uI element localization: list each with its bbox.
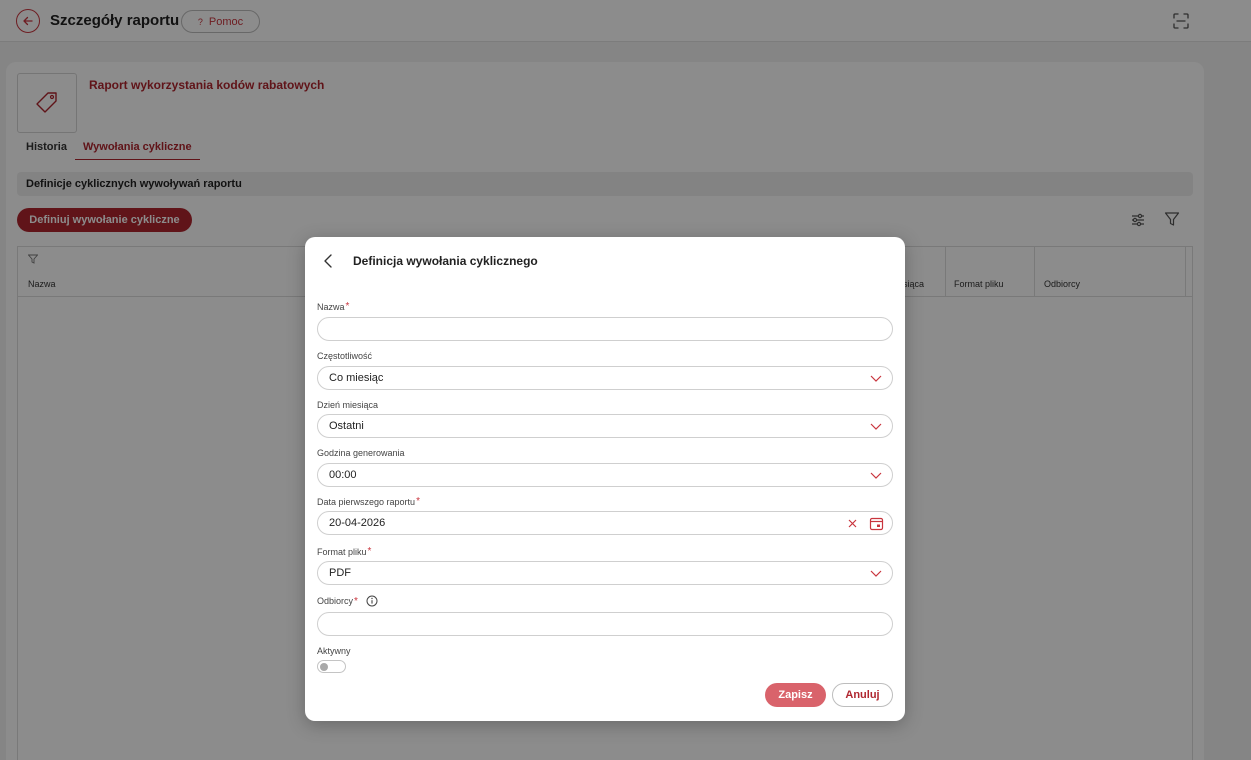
frequency-value: Co miesiąc <box>329 372 384 384</box>
file-format-label: Format pliku * <box>317 546 371 557</box>
chevron-left-icon[interactable] <box>322 253 336 269</box>
file-format-label-text: Format pliku <box>317 546 367 557</box>
hour-select[interactable]: 00:00 <box>317 463 893 487</box>
chevron-down-icon <box>870 375 882 382</box>
day-of-month-label: Dzień miesiąca <box>317 400 378 410</box>
recipients-input[interactable] <box>317 612 893 636</box>
cancel-button[interactable]: Anuluj <box>832 683 893 707</box>
active-toggle[interactable] <box>317 660 346 673</box>
file-format-select[interactable]: PDF <box>317 561 893 585</box>
recipients-label-text: Odbiorcy <box>317 596 354 606</box>
chevron-down-icon <box>870 423 882 430</box>
hour-label-text: Godzina generowania <box>317 448 405 458</box>
first-date-label: Data pierwszego raportu * <box>317 496 420 507</box>
first-date-label-text: Data pierwszego raportu <box>317 496 416 507</box>
file-format-value: PDF <box>329 567 351 579</box>
name-input[interactable] <box>317 317 893 341</box>
chevron-down-icon <box>870 472 882 479</box>
info-icon[interactable] <box>366 595 378 607</box>
save-button[interactable]: Zapisz <box>765 683 826 707</box>
name-label-text: Nazwa <box>317 301 345 312</box>
recipients-label: Odbiorcy * <box>317 595 378 607</box>
active-label-text: Aktywny <box>317 646 351 656</box>
day-of-month-select[interactable]: Ostatni <box>317 414 893 438</box>
day-of-month-value: Ostatni <box>329 420 364 432</box>
frequency-label: Częstotliwość <box>317 351 372 361</box>
first-date-input[interactable]: 20-04-2026 <box>317 511 893 535</box>
chevron-down-icon <box>870 570 882 577</box>
required-mark: * <box>367 546 372 557</box>
frequency-select[interactable]: Co miesiąc <box>317 366 893 390</box>
calendar-icon[interactable] <box>869 516 884 531</box>
hour-label: Godzina generowania <box>317 448 405 458</box>
name-label: Nazwa * <box>317 301 349 312</box>
frequency-label-text: Częstotliwość <box>317 351 373 361</box>
clear-icon[interactable] <box>847 518 858 529</box>
toggle-knob <box>320 663 328 671</box>
required-mark: * <box>345 301 350 312</box>
day-of-month-label-text: Dzień miesiąca <box>317 400 379 410</box>
cyclic-call-definition-dialog: Definicja wywołania cyklicznego Nazwa * C… <box>305 237 905 721</box>
first-date-value: 20-04-2026 <box>329 517 386 529</box>
required-mark: * <box>416 496 420 507</box>
hour-value: 00:00 <box>329 469 357 481</box>
active-label: Aktywny <box>317 646 351 656</box>
required-mark: * <box>354 595 358 607</box>
dialog-title: Definicja wywołania cyklicznego <box>353 254 538 268</box>
